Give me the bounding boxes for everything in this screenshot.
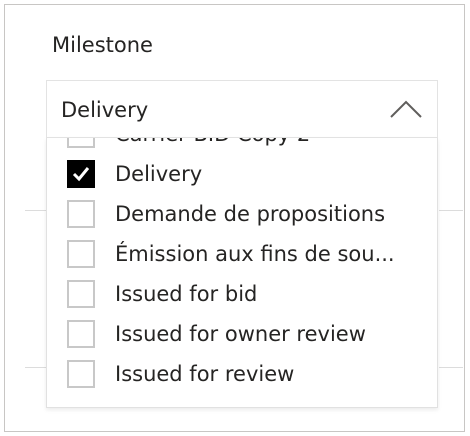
list-item[interactable]: Issued for review: [47, 354, 437, 394]
checkbox[interactable]: [67, 200, 95, 228]
option-label: Issued for review: [115, 362, 295, 386]
chevron-up-icon[interactable]: [389, 99, 423, 119]
list-item[interactable]: Issued for bid: [47, 274, 437, 314]
checkbox[interactable]: [67, 240, 95, 268]
list-item[interactable]: Issued for owner review: [47, 314, 437, 354]
checkbox[interactable]: [67, 360, 95, 388]
list-item[interactable]: Émission aux fins de sou...: [47, 234, 437, 274]
checkbox[interactable]: [67, 138, 95, 148]
option-list: Carrier BID Copy 2 Delivery Demande de p…: [47, 138, 437, 394]
checkbox[interactable]: [67, 280, 95, 308]
list-item[interactable]: Demande de propositions: [47, 194, 437, 234]
option-label: Émission aux fins de sou...: [115, 242, 395, 266]
option-label: Demande de propositions: [115, 202, 386, 226]
checkbox[interactable]: [67, 160, 95, 188]
option-label: Issued for bid: [115, 282, 258, 306]
dropdown-selected-value: Delivery: [61, 98, 149, 122]
list-item[interactable]: Delivery: [47, 154, 437, 194]
list-item[interactable]: Carrier BID Copy 2: [47, 138, 437, 154]
dropdown-list[interactable]: Carrier BID Copy 2 Delivery Demande de p…: [46, 138, 438, 408]
slicer-title: Milestone: [52, 33, 153, 57]
option-label: Carrier BID Copy 2: [115, 138, 310, 148]
option-label: Issued for owner review: [115, 322, 366, 346]
background-divider-right: [439, 210, 463, 211]
checkmark-icon: [72, 167, 90, 182]
option-label: Delivery: [115, 162, 203, 186]
background-divider-right-lower: [439, 367, 463, 368]
milestone-dropdown[interactable]: Delivery: [46, 80, 438, 138]
checkbox[interactable]: [67, 320, 95, 348]
